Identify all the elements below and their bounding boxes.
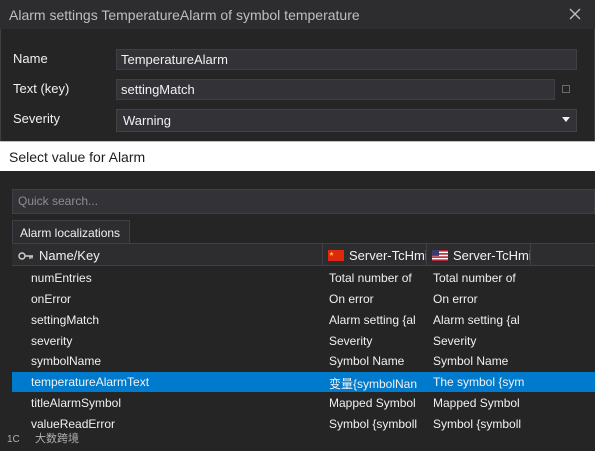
- text-key-label: Text (key): [13, 81, 70, 96]
- value-picker: Quick search... Alarm localizations Name…: [0, 171, 595, 451]
- alarm-settings-form: Name TemperatureAlarm Text (key) setting…: [0, 29, 595, 142]
- row-text-zh: Symbol {symboll: [329, 417, 418, 431]
- row-key: severity: [31, 334, 73, 348]
- row-key: temperatureAlarmText: [31, 375, 150, 389]
- column-header-zh-label: Server-TcHmi...: [349, 248, 426, 263]
- binding-marker-icon[interactable]: [562, 85, 570, 93]
- row-key: onError: [31, 292, 72, 306]
- name-label: Name: [13, 51, 48, 66]
- row-key: titleAlarmSymbol: [31, 396, 122, 410]
- table-row[interactable]: valueReadError Symbol {symboll Symbol {s…: [12, 414, 595, 434]
- svg-text:1C: 1C: [7, 434, 20, 445]
- row-key: numEntries: [31, 271, 92, 285]
- row-text-zh: On error: [329, 292, 374, 306]
- title-bar: Alarm settings TemperatureAlarm of symbo…: [0, 0, 595, 29]
- text-key-field[interactable]: settingMatch: [116, 79, 555, 100]
- row-text-en: Severity: [433, 334, 477, 348]
- row-text-zh: 变量{symbolNan: [329, 377, 418, 391]
- table-row-selected[interactable]: temperatureAlarmText 变量{symbolNan The sy…: [12, 372, 595, 392]
- row-text-en: On error: [433, 292, 478, 306]
- value-picker-header: Select value for Alarm: [0, 141, 595, 171]
- row-text-zh: Total number of: [329, 271, 412, 285]
- us-flag-icon: [432, 250, 448, 261]
- table-row[interactable]: settingMatch Alarm setting {al Alarm set…: [12, 310, 595, 330]
- column-divider[interactable]: [530, 244, 531, 266]
- column-header-key[interactable]: Name/Key: [18, 244, 318, 266]
- table-row[interactable]: numEntries Total number of Total number …: [12, 268, 595, 288]
- row-text-en: Mapped Symbol: [433, 396, 520, 410]
- column-divider[interactable]: [322, 244, 323, 266]
- column-header-en-label: Server-TcHmi...: [453, 248, 530, 263]
- row-key: settingMatch: [31, 313, 100, 327]
- table-row[interactable]: symbolName Symbol Name Symbol Name: [12, 351, 595, 371]
- localization-table: Name/Key Server-TcHmi... Server-TcHm: [12, 244, 595, 451]
- column-header-zh[interactable]: Server-TcHmi...: [328, 244, 426, 266]
- row-text-en: Symbol Name: [433, 354, 509, 368]
- key-icon: [18, 252, 33, 260]
- china-flag-icon: [328, 250, 344, 261]
- column-header-key-label: Name/Key: [39, 248, 100, 263]
- tab-alarm-localizations[interactable]: Alarm localizations: [12, 220, 130, 244]
- close-icon[interactable]: [565, 4, 585, 24]
- column-header-en[interactable]: Server-TcHmi...: [432, 244, 530, 266]
- watermark-logo-icon: 1C: [7, 434, 20, 445]
- chevron-down-icon: [562, 117, 570, 122]
- row-key: valueReadError: [31, 417, 116, 431]
- row-text-zh: Symbol Name: [329, 354, 405, 368]
- quick-search-input[interactable]: Quick search...: [12, 189, 595, 214]
- row-text-en: Alarm setting {al: [433, 313, 520, 327]
- row-text-zh: Mapped Symbol: [329, 396, 416, 410]
- table-row[interactable]: severity Severity Severity: [12, 331, 595, 351]
- severity-label: Severity: [13, 111, 60, 126]
- table-header: Name/Key Server-TcHmi... Server-TcHm: [12, 244, 595, 266]
- column-divider[interactable]: [426, 244, 427, 266]
- severity-select[interactable]: Warning: [116, 109, 577, 132]
- row-text-zh: Alarm setting {al: [329, 313, 416, 327]
- row-text-en: The symbol {sym: [433, 375, 525, 389]
- row-text-zh: Severity: [329, 334, 373, 348]
- row-key: symbolName: [31, 354, 102, 368]
- table-row[interactable]: titleAlarmSymbol Mapped Symbol Mapped Sy…: [12, 393, 595, 413]
- value-picker-title: Select value for Alarm: [9, 149, 146, 165]
- name-field[interactable]: TemperatureAlarm: [116, 49, 577, 70]
- watermark: 1C 大数跨境: [7, 430, 79, 446]
- window-title: Alarm settings TemperatureAlarm of symbo…: [9, 7, 360, 23]
- watermark-text: 大数跨境: [35, 433, 79, 445]
- table-row[interactable]: onError On error On error: [12, 289, 595, 309]
- row-text-en: Symbol {symboll: [433, 417, 522, 431]
- row-text-en: Total number of: [433, 271, 516, 285]
- severity-selected-value: Warning: [123, 113, 171, 128]
